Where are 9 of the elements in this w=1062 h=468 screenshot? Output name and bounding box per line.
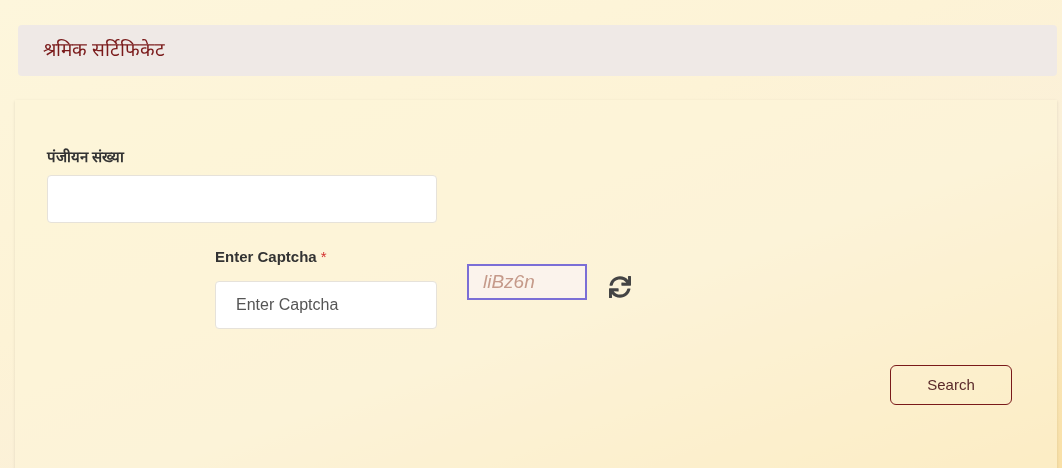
required-mark: * [320,246,327,267]
captcha-field[interactable]: Enter Captcha [215,281,437,329]
page-title: श्रमिक सर्टिफिकेट [43,38,166,63]
refresh-icon[interactable] [607,274,633,300]
captcha-image: liBz6n [467,264,587,300]
search-button[interactable]: Search [890,365,1012,405]
field-label: Enter Captcha [215,246,317,267]
registration-number-field[interactable] [47,175,437,223]
field-label: पंजीयन संख्या [47,147,126,166]
